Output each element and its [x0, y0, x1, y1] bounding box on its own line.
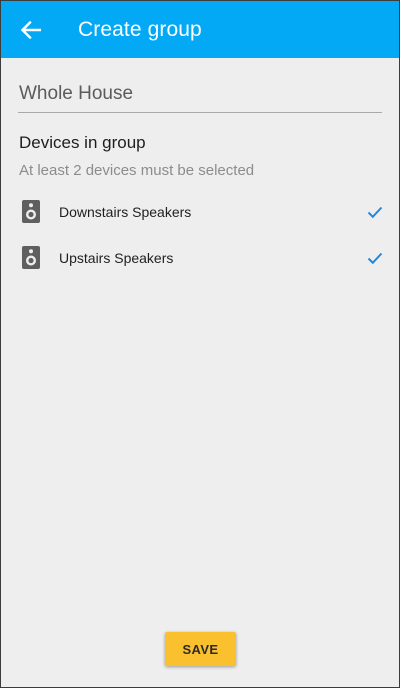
check-icon: [367, 206, 383, 219]
back-button[interactable]: [13, 13, 49, 47]
devices-section-title: Devices in group: [19, 133, 146, 152]
speaker-icon: [22, 246, 40, 269]
devices-section-hint: At least 2 devices must be selected: [19, 162, 255, 179]
page-title: Create group: [78, 18, 202, 41]
device-label: Upstairs Speakers: [59, 250, 174, 266]
device-row-downstairs-speakers[interactable]: Downstairs Speakers: [1, 189, 399, 235]
save-button[interactable]: SAVE: [165, 632, 236, 666]
arrow-left-icon: [21, 21, 41, 39]
group-name-input[interactable]: [18, 81, 382, 113]
app-screen: Create group Devices in group At least 2…: [0, 0, 400, 688]
app-bar: Create group: [1, 1, 399, 58]
speaker-icon: [22, 200, 40, 223]
device-row-upstairs-speakers[interactable]: Upstairs Speakers: [1, 235, 399, 281]
check-icon: [367, 252, 383, 265]
device-label: Downstairs Speakers: [59, 204, 192, 220]
